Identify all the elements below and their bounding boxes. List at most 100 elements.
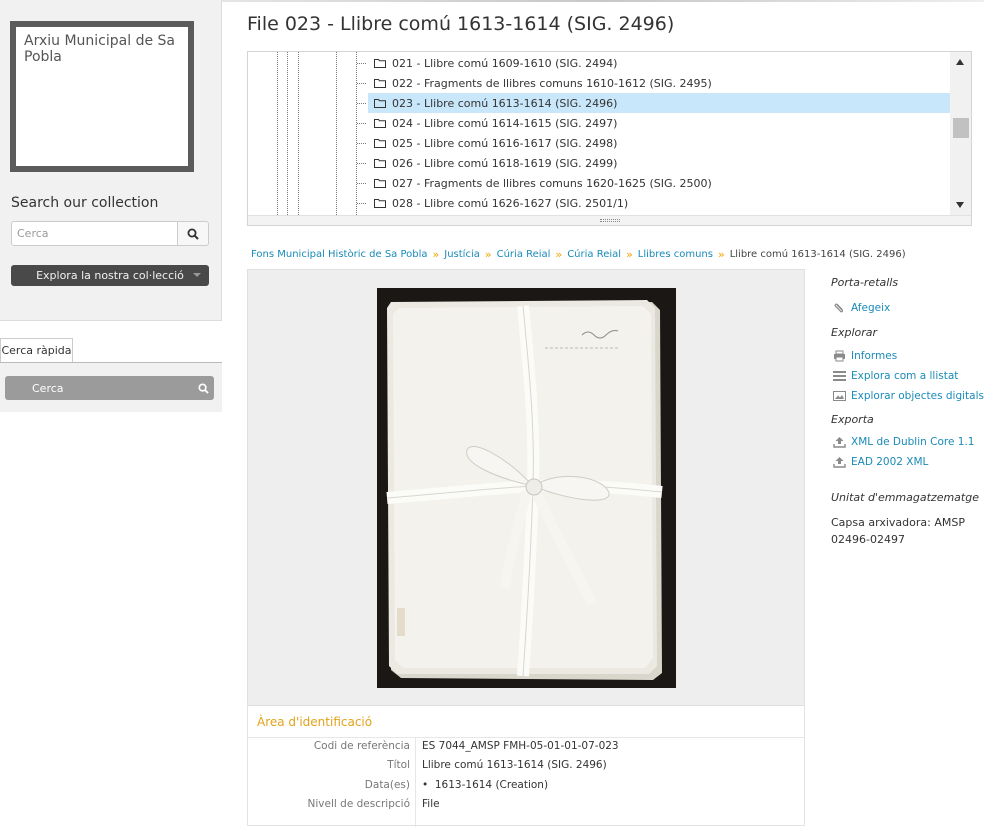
export-dublin-core-link[interactable]: XML de Dublin Core 1.1 — [833, 436, 974, 448]
top-strip — [222, 0, 984, 2]
image-icon — [833, 391, 846, 401]
repository-name[interactable]: Arxiu Municipal de Sa Pobla — [24, 33, 186, 65]
breadcrumb-separator-icon: » — [717, 248, 725, 261]
treeview: 021 - Llibre comú 1609-1610 (SIG. 2494) … — [247, 51, 972, 226]
breadcrumb-link[interactable]: Cúria Reial — [497, 249, 551, 260]
sidebar: Arxiu Municipal de Sa Pobla Search our c… — [0, 0, 222, 321]
export-heading: Exporta — [831, 413, 874, 426]
breadcrumb-link[interactable]: Justícia — [444, 249, 480, 260]
upload-icon — [833, 457, 846, 468]
tree-item-selected[interactable]: 023 - Llibre comú 1613-1614 (SIG. 2496) — [357, 93, 950, 113]
scrollbar-thumb[interactable] — [953, 118, 969, 138]
tree-item-label: 022 - Fragments de llibres comuns 1610-1… — [392, 76, 712, 90]
tree-connector — [357, 63, 366, 64]
explore-heading: Explorar — [831, 326, 878, 339]
tree-item-label: 023 - Llibre comú 1613-1614 (SIG. 2496) — [392, 96, 618, 110]
quick-search-field[interactable]: Cerca — [5, 376, 214, 400]
reports-link[interactable]: Informes — [833, 350, 897, 362]
scroll-down-arrow-icon[interactable] — [956, 202, 964, 208]
tree-connector — [357, 83, 366, 84]
browse-digital-objects-label: Explorar objectes digitals — [851, 390, 984, 402]
tree-connector — [357, 183, 366, 184]
export-dublin-core-label: XML de Dublin Core 1.1 — [851, 436, 975, 448]
tree-item[interactable]: 022 - Fragments de llibres comuns 1610-1… — [357, 73, 950, 93]
bullet-icon: • — [422, 779, 435, 791]
quick-search-label: Cerca — [32, 381, 64, 395]
digital-object-image[interactable] — [377, 288, 676, 688]
browse-as-list-label: Explora com a llistat — [851, 370, 959, 382]
folder-icon — [374, 79, 386, 88]
field-label-title: Títol — [387, 759, 410, 771]
clipboard-add-label: Afegeix — [851, 302, 891, 314]
browse-collection-label: Explora la nostra col·lecció — [36, 269, 184, 282]
clipboard-heading: Porta-retalls — [831, 276, 899, 289]
browse-collection-button[interactable]: Explora la nostra col·lecció — [11, 265, 209, 286]
field-label-level: Nivell de descripció — [307, 798, 410, 810]
tree-item[interactable]: 028 - Llibre comú 1626-1627 (SIG. 2501/1… — [357, 193, 950, 213]
breadcrumb-separator-icon: » — [484, 248, 492, 261]
folder-icon — [374, 139, 386, 148]
scroll-up-arrow-icon[interactable] — [956, 59, 964, 65]
tree-connector — [357, 103, 366, 104]
tree-item[interactable]: 026 - Llibre comú 1618-1619 (SIG. 2499) — [357, 153, 950, 173]
reports-label: Informes — [851, 350, 898, 362]
tree-item-label: 027 - Fragments de llibres comuns 1620-1… — [392, 176, 712, 190]
field-label-dates: Data(es) — [364, 779, 410, 791]
tree-item-label: 028 - Llibre comú 1626-1627 (SIG. 2501/1… — [392, 196, 629, 210]
print-icon — [834, 350, 845, 362]
tree-item-label: 025 - Llibre comú 1616-1617 (SIG. 2498) — [392, 136, 618, 150]
upload-icon — [833, 437, 846, 448]
chevron-down-icon — [193, 273, 201, 277]
tree-item-label: 026 - Llibre comú 1618-1619 (SIG. 2499) — [392, 156, 618, 170]
identification-area-title[interactable]: Àrea d'identificació — [257, 715, 372, 729]
grip-icon — [600, 219, 620, 222]
field-value-dates-text: 1613-1614 (Creation) — [434, 779, 549, 791]
export-ead-link[interactable]: EAD 2002 XML — [833, 456, 928, 468]
breadcrumb-separator-icon: » — [626, 248, 633, 261]
browse-digital-objects-link[interactable]: Explorar objectes digitals — [833, 390, 984, 402]
tree-guide-line — [277, 52, 278, 215]
folder-icon — [374, 59, 386, 68]
quick-search-panel: Cerca — [0, 362, 222, 412]
tree-scrollbar[interactable] — [950, 52, 971, 215]
export-ead-label: EAD 2002 XML — [851, 456, 929, 468]
repository-logo[interactable]: Arxiu Municipal de Sa Pobla — [10, 21, 194, 172]
tree-connector — [357, 143, 366, 144]
folder-icon — [374, 99, 386, 108]
breadcrumb-current: Llibre comú 1613-1614 (SIG. 2496) — [729, 249, 906, 260]
breadcrumb-separator-icon: » — [432, 248, 440, 261]
column-divider — [415, 737, 416, 827]
search-button[interactable] — [177, 221, 209, 246]
breadcrumb-link[interactable]: Llibres comuns — [638, 249, 713, 260]
tree-item[interactable]: 027 - Fragments de llibres comuns 1620-1… — [357, 173, 950, 193]
tree-item[interactable]: 024 - Llibre comú 1614-1615 (SIG. 2497) — [357, 113, 950, 133]
search-icon[interactable] — [192, 376, 214, 400]
folder-icon — [374, 179, 386, 188]
breadcrumb-link[interactable]: Fons Municipal Històric de Sa Pobla — [251, 249, 428, 260]
breadcrumb-separator-icon: » — [555, 248, 563, 261]
field-label-reference-code: Codi de referència — [313, 740, 410, 752]
tree-connector — [357, 123, 366, 124]
tree-connector — [357, 163, 366, 164]
tree-resize-handle[interactable] — [248, 215, 971, 225]
tree-item-label: 021 - Llibre comú 1609-1610 (SIG. 2494) — [392, 56, 618, 70]
section-divider — [248, 737, 804, 738]
digital-object-panel — [247, 269, 805, 706]
storage-heading: Unitat d'emmagatzematge — [831, 491, 979, 504]
tab-quick-search[interactable]: Cerca ràpida — [0, 338, 73, 362]
list-icon — [833, 371, 846, 381]
field-value-level: File — [422, 798, 440, 810]
folder-icon — [374, 159, 386, 168]
search-input[interactable] — [11, 221, 178, 246]
clipboard-add-link[interactable]: Afegeix — [833, 302, 890, 314]
breadcrumb-link[interactable]: Cúria Reial — [567, 249, 621, 260]
field-value-reference-code: ES 7044_AMSP FMH-05-01-01-07-023 — [422, 740, 619, 752]
breadcrumb: Fons Municipal Històric de Sa Pobla » Ju… — [251, 248, 906, 261]
tree-item[interactable]: 025 - Llibre comú 1616-1617 (SIG. 2498) — [357, 133, 950, 153]
field-value-dates: • 1613-1614 (Creation) — [422, 779, 548, 791]
tree-item-label: 024 - Llibre comú 1614-1615 (SIG. 2497) — [392, 116, 618, 130]
browse-as-list-link[interactable]: Explora com a llistat — [833, 370, 958, 382]
tree-item[interactable]: 021 - Llibre comú 1609-1610 (SIG. 2494) — [357, 53, 950, 73]
paperclip-icon — [834, 303, 844, 313]
tree-guide-line — [356, 52, 357, 215]
